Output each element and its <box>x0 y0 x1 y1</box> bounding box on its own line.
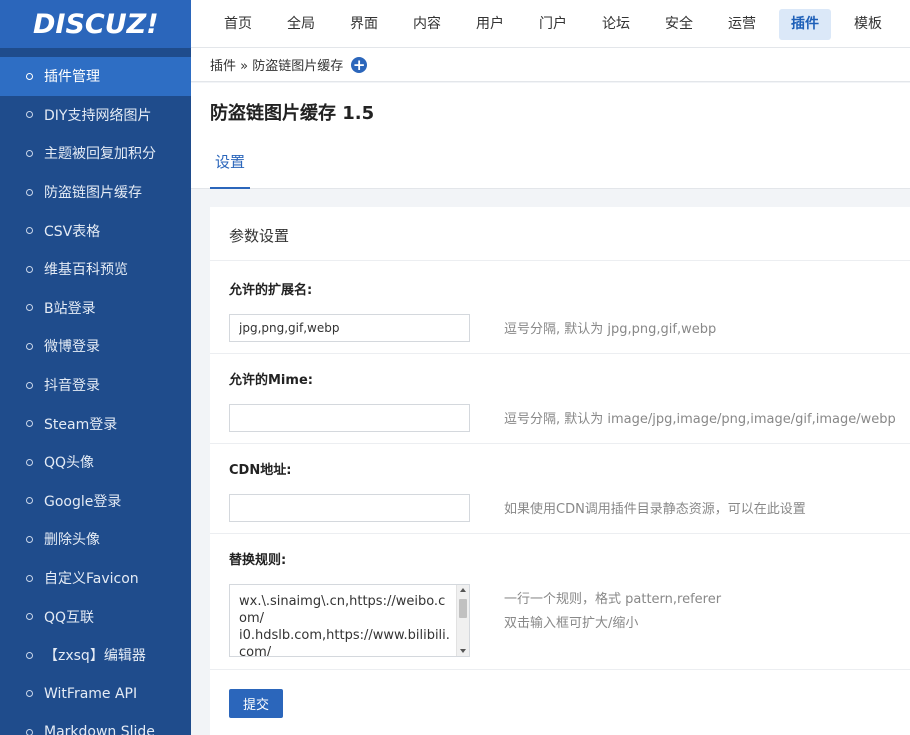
cdn-label: CDN地址: <box>229 463 292 478</box>
divider <box>210 533 910 534</box>
divider <box>210 353 910 354</box>
menu-users[interactable]: 用户 <box>464 9 516 40</box>
circle-icon <box>26 304 33 312</box>
sidebar-item-weibo-login[interactable]: 微博登录 <box>0 327 191 366</box>
sidebar-item-bilibili-login[interactable]: B站登录 <box>0 289 191 328</box>
sidebar-item-steam-login[interactable]: Steam登录 <box>0 404 191 443</box>
menu-home[interactable]: 首页 <box>212 9 264 40</box>
menu-content[interactable]: 内容 <box>401 9 453 40</box>
rules-hint-format: 一行一个规则，格式 pattern,referer <box>504 592 722 607</box>
card-title: 参数设置 <box>210 207 910 261</box>
page-title: 防盗链图片缓存 1.5 <box>210 103 375 124</box>
circle-icon <box>26 381 33 389</box>
menu-tools[interactable]: 工具 <box>905 9 910 40</box>
sidebar-item-custom-favicon[interactable]: 自定义Favicon <box>0 559 191 598</box>
circle-icon <box>26 342 33 350</box>
circle-icon <box>26 690 33 698</box>
rules-text: wx.\.sinaimg\.cn,https://weibo.com/ i0.h… <box>239 594 450 657</box>
mime-input[interactable] <box>229 404 470 432</box>
sidebar-item-csv-table[interactable]: CSV表格 <box>0 211 191 250</box>
sidebar-item-douyin-login[interactable]: 抖音登录 <box>0 366 191 405</box>
sidebar-nav: 插件管理 DIY支持网络图片 主题被回复加积分 防盗链图片缓存 CSV表格 维基… <box>0 48 191 735</box>
add-shortcut-icon[interactable]: + <box>351 56 368 73</box>
circle-icon <box>26 728 33 735</box>
menu-templates[interactable]: 模板 <box>842 9 894 40</box>
settings-card: 参数设置 允许的扩展名: 逗号分隔, 默认为 jpg,png,gif,webp … <box>210 207 910 735</box>
rules-textarea[interactable]: wx.\.sinaimg\.cn,https://weibo.com/ i0.h… <box>229 584 470 657</box>
sidebar-item-zxsq-editor[interactable]: 【zxsq】编辑器 <box>0 636 191 675</box>
circle-icon <box>26 651 33 659</box>
menu-operations[interactable]: 运营 <box>716 9 768 40</box>
menu-interface[interactable]: 界面 <box>338 9 390 40</box>
mime-label: 允许的Mime: <box>229 373 313 388</box>
sidebar-item-delete-avatar[interactable]: 删除头像 <box>0 520 191 559</box>
sidebar-item-markdown-slide[interactable]: Markdown Slide <box>0 713 191 735</box>
tab-settings[interactable]: 设置 <box>210 151 251 189</box>
scroll-up-icon[interactable] <box>460 588 466 592</box>
divider <box>210 443 910 444</box>
ext-input[interactable] <box>229 314 470 342</box>
menu-portal[interactable]: 门户 <box>527 9 579 40</box>
menu-global[interactable]: 全局 <box>275 9 327 40</box>
scroll-thumb[interactable] <box>459 599 467 618</box>
menu-plugins[interactable]: 插件 <box>779 8 831 40</box>
sidebar-item-reply-credit[interactable]: 主题被回复加积分 <box>0 134 191 173</box>
mime-hint: 逗号分隔, 默认为 image/jpg,image/png,image/gif,… <box>504 412 896 427</box>
circle-icon <box>26 535 33 543</box>
breadcrumb: 插件 » 防盗链图片缓存 + <box>191 48 910 82</box>
circle-icon <box>26 574 33 582</box>
circle-icon <box>26 72 33 80</box>
breadcrumb-text[interactable]: 插件 » 防盗链图片缓存 <box>210 55 343 74</box>
menu-security[interactable]: 安全 <box>653 9 705 40</box>
circle-icon <box>26 188 33 196</box>
top-menu: 首页 全局 界面 内容 用户 门户 论坛 安全 运营 插件 模板 工具 <box>191 0 910 48</box>
page-header: 防盗链图片缓存 1.5 设置 <box>191 83 910 189</box>
circle-icon <box>26 420 33 428</box>
circle-icon <box>26 497 33 505</box>
ext-hint: 逗号分隔, 默认为 jpg,png,gif,webp <box>504 322 717 337</box>
circle-icon <box>26 149 33 157</box>
textarea-scrollbar[interactable] <box>456 585 469 656</box>
sidebar-item-diy-web-image[interactable]: DIY支持网络图片 <box>0 96 191 135</box>
divider <box>210 669 910 670</box>
sidebar-item-google-login[interactable]: Google登录 <box>0 482 191 521</box>
sidebar: DISCUZ! 插件管理 DIY支持网络图片 主题被回复加积分 防盗链图片缓存 … <box>0 0 191 735</box>
circle-icon <box>26 458 33 466</box>
sidebar-item-witframe-api[interactable]: WitFrame API <box>0 675 191 714</box>
sidebar-item-plugin-manage[interactable]: 插件管理 <box>0 57 191 96</box>
circle-icon <box>26 227 33 235</box>
menu-forum[interactable]: 论坛 <box>590 9 642 40</box>
ext-label: 允许的扩展名: <box>229 283 313 298</box>
submit-button[interactable]: 提交 <box>229 689 283 718</box>
scroll-down-icon[interactable] <box>460 649 466 653</box>
cdn-input[interactable] <box>229 494 470 522</box>
logo[interactable]: DISCUZ! <box>0 0 191 48</box>
sidebar-item-wiki-preview[interactable]: 维基百科预览 <box>0 250 191 289</box>
rules-hint-dblclick: 双击输入框可扩大/缩小 <box>504 616 639 631</box>
circle-icon <box>26 265 33 273</box>
sidebar-item-qq-connect[interactable]: QQ互联 <box>0 597 191 636</box>
logo-text: DISCUZ! <box>33 8 159 40</box>
circle-icon <box>26 613 33 621</box>
rules-label: 替换规则: <box>229 553 287 568</box>
top-menu-bar: 首页 全局 界面 内容 用户 门户 论坛 安全 运营 插件 模板 工具 <box>191 0 910 48</box>
circle-icon <box>26 111 33 119</box>
cdn-hint: 如果使用CDN调用插件目录静态资源，可以在此设置 <box>504 502 806 517</box>
sidebar-item-image-cache[interactable]: 防盗链图片缓存 <box>0 173 191 212</box>
sidebar-item-qq-avatar[interactable]: QQ头像 <box>0 443 191 482</box>
